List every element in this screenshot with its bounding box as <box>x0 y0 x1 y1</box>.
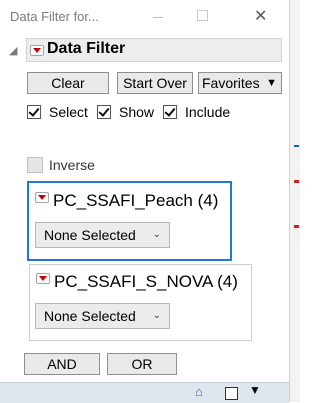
red-triangle-menu-icon[interactable] <box>30 45 44 56</box>
background-mark <box>294 225 299 228</box>
outline-title: Data Filter <box>47 40 126 57</box>
filter-menu-icon[interactable] <box>36 273 50 284</box>
chevron-down-icon: ⌄ <box>152 310 161 321</box>
favorites-button[interactable]: Favorites ▼ <box>198 72 282 94</box>
dropdown-arrow-icon[interactable]: ▼ <box>249 383 261 397</box>
status-bar: ⌂ ▼ <box>0 382 289 403</box>
filter-value-select[interactable]: None Selected ⌄ <box>35 222 170 248</box>
title-bar: Data Filter for... ✕ <box>0 0 289 34</box>
maximize-icon[interactable] <box>197 10 208 21</box>
filter-panel-s-nova: PC_SSAFI_S_NOVA (4) None Selected ⌄ <box>29 264 252 341</box>
show-label: Show <box>119 104 155 120</box>
filter-title: PC_SSAFI_S_NOVA (4) <box>54 272 238 291</box>
inverse-checkbox[interactable] <box>27 157 43 173</box>
window-title: Data Filter for... <box>10 9 99 24</box>
background-window-edge <box>289 0 300 402</box>
filter-menu-icon[interactable] <box>35 192 49 203</box>
filter-value: None Selected <box>44 308 136 324</box>
or-button[interactable]: OR <box>107 353 177 375</box>
background-mark <box>294 180 299 183</box>
filter-value: None Selected <box>44 227 136 243</box>
chevron-down-icon: ⌄ <box>152 229 161 240</box>
minimize-icon[interactable] <box>153 17 163 18</box>
and-button[interactable]: AND <box>24 353 100 375</box>
show-checkbox[interactable] <box>97 105 111 119</box>
home-icon[interactable]: ⌂ <box>195 384 203 399</box>
filter-value-select[interactable]: None Selected ⌄ <box>35 303 170 329</box>
include-label: Include <box>185 104 231 120</box>
select-checkbox[interactable] <box>27 105 41 119</box>
select-label: Select <box>49 104 88 120</box>
filter-title: PC_SSAFI_Peach (4) <box>53 191 219 210</box>
inverse-label: Inverse <box>49 157 95 173</box>
start-over-button[interactable]: Start Over <box>117 72 193 94</box>
filter-panel-peach: PC_SSAFI_Peach (4) None Selected ⌄ <box>27 181 232 261</box>
include-checkbox[interactable] <box>163 105 177 119</box>
outline-collapse-icon[interactable]: ◢ <box>9 44 17 57</box>
favorites-label: Favorites <box>202 75 260 91</box>
background-mark <box>294 145 299 147</box>
favorites-dropdown-icon: ▼ <box>266 77 277 89</box>
square-icon[interactable] <box>225 387 238 400</box>
clear-button[interactable]: Clear <box>27 72 109 94</box>
close-icon[interactable]: ✕ <box>254 6 267 26</box>
